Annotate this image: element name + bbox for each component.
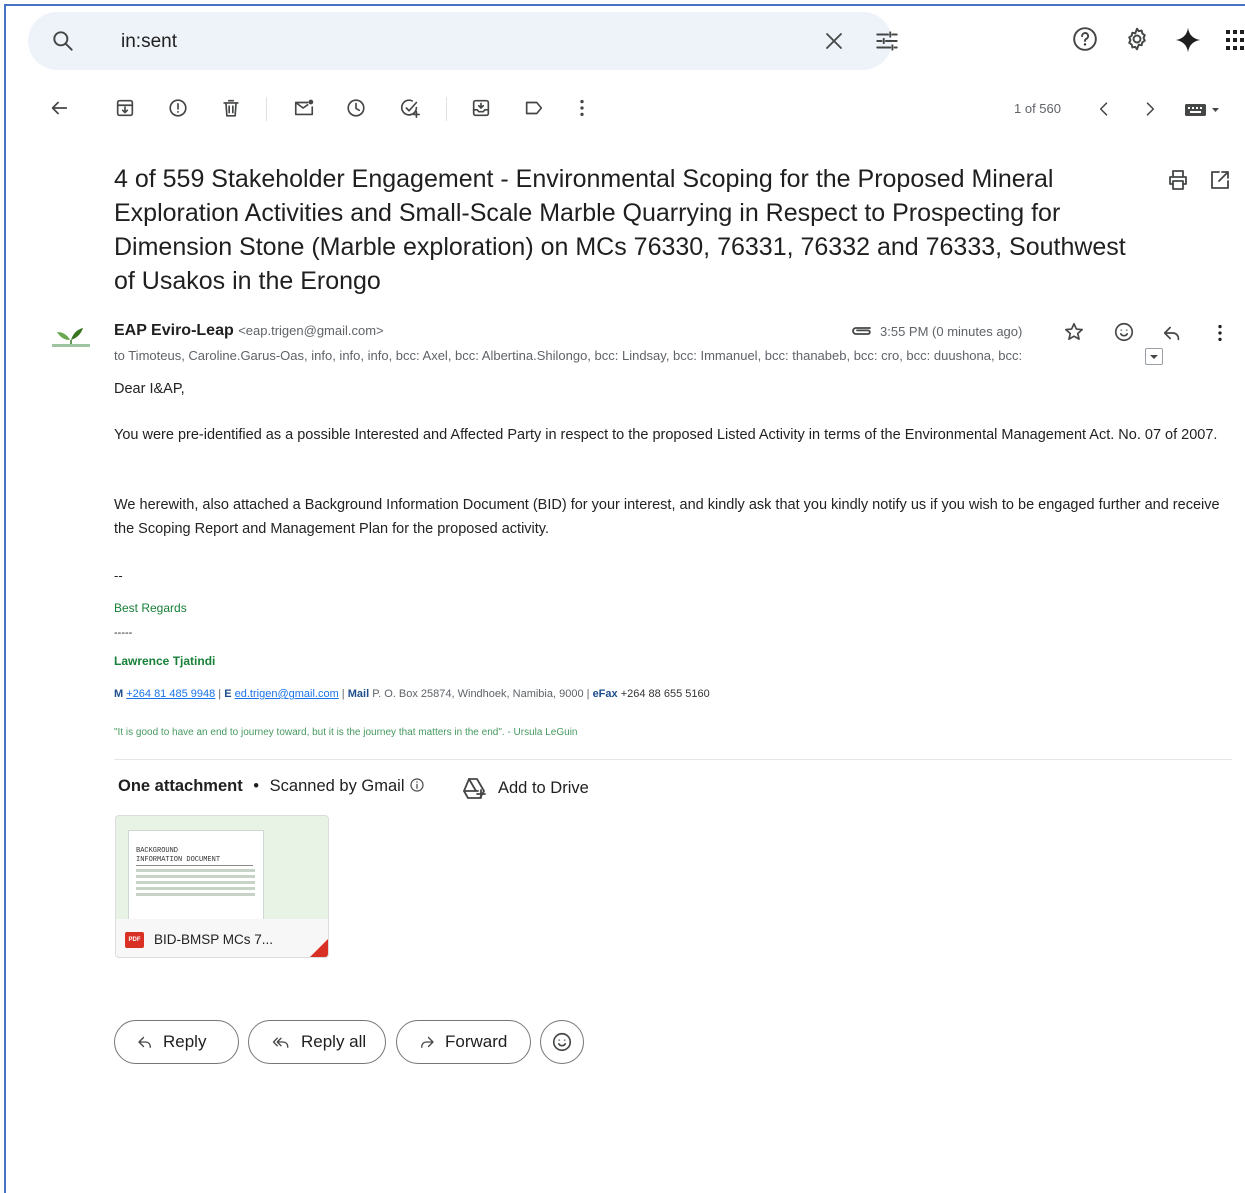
email-link[interactable]: ed.trigen@gmail.com bbox=[235, 688, 339, 700]
search-icon[interactable] bbox=[50, 28, 76, 54]
pdf-file-icon: PDF bbox=[125, 932, 144, 948]
toolbar-divider bbox=[446, 97, 447, 121]
mobile-link[interactable]: +264 81 485 9948 bbox=[126, 688, 215, 700]
forward-button[interactable]: Forward bbox=[396, 1020, 531, 1064]
add-reaction-emoji-icon[interactable] bbox=[1113, 321, 1135, 343]
forward-label: Forward bbox=[445, 1032, 508, 1051]
clear-search-icon[interactable] bbox=[822, 29, 846, 53]
attachment-footer: PDF BID-BMSP MCs 7... bbox=[116, 919, 328, 957]
mobile-label: M bbox=[114, 688, 124, 700]
attachment-filename: BID-BMSP MCs 7... bbox=[154, 932, 274, 947]
open-in-new-window-icon[interactable] bbox=[1208, 168, 1232, 192]
attachment-paperclip-icon bbox=[850, 324, 874, 338]
sender-avatar[interactable] bbox=[50, 322, 92, 352]
label-tag-icon[interactable] bbox=[523, 97, 545, 119]
pagination-count: 1 of 560 bbox=[1014, 101, 1061, 116]
previous-chevron-icon[interactable] bbox=[1094, 99, 1114, 119]
signature-quote: "It is good to have an end to journey to… bbox=[114, 727, 578, 738]
signature-name: Lawrence Tjatindi bbox=[114, 654, 216, 668]
print-icon[interactable] bbox=[1166, 168, 1190, 192]
signature-separator: -- bbox=[114, 568, 123, 583]
settings-gear-icon[interactable] bbox=[1124, 26, 1150, 52]
move-to-icon[interactable] bbox=[470, 97, 492, 119]
search-options-icon[interactable] bbox=[874, 28, 900, 54]
emoji-reaction-button[interactable] bbox=[540, 1020, 584, 1064]
gemini-sparkle-icon[interactable] bbox=[1174, 26, 1202, 54]
apps-grid-icon[interactable] bbox=[1226, 30, 1245, 50]
star-icon[interactable] bbox=[1063, 321, 1085, 343]
email-greeting: Dear I&AP, bbox=[114, 381, 185, 397]
mail-label: Mail bbox=[347, 688, 370, 700]
search-input[interactable]: in:sent bbox=[121, 31, 177, 53]
scanned-by-gmail: Scanned by Gmail bbox=[269, 777, 405, 795]
toolbar-divider bbox=[266, 97, 267, 121]
sender-name[interactable]: EAP Eviro-Leap bbox=[114, 322, 234, 339]
reply-button[interactable]: Reply bbox=[114, 1020, 239, 1064]
reply-arrow-icon[interactable] bbox=[1161, 322, 1183, 344]
archive-icon[interactable] bbox=[114, 97, 136, 119]
thumbnail-title-line-1: BACKGROUND bbox=[136, 847, 179, 855]
show-details-dropdown[interactable] bbox=[1145, 348, 1163, 365]
email-paragraph-1: You were pre-identified as a possible In… bbox=[114, 427, 1218, 443]
attachment-divider bbox=[114, 759, 1232, 760]
signature-contact-line: M +264 81 485 9948 | E ed.trigen@gmail.c… bbox=[114, 688, 710, 700]
snooze-clock-icon[interactable] bbox=[345, 97, 367, 119]
sender-line[interactable]: EAP Eviro-Leap <eap.trigen@gmail.com> bbox=[114, 322, 384, 340]
add-to-drive-button[interactable]: Add to Drive bbox=[461, 776, 589, 800]
add-to-drive-label: Add to Drive bbox=[498, 778, 589, 797]
more-options-icon[interactable] bbox=[572, 97, 592, 119]
message-more-options-icon[interactable] bbox=[1211, 322, 1229, 344]
reply-all-button[interactable]: Reply all bbox=[248, 1020, 386, 1064]
signature-rule: ----- bbox=[114, 627, 133, 639]
pdf-corner-fold bbox=[308, 937, 328, 957]
reply-all-label: Reply all bbox=[301, 1032, 367, 1051]
next-chevron-icon[interactable] bbox=[1140, 99, 1160, 119]
mail-address: P. O. Box 25874, Windhoek, Namibia, 9000 bbox=[372, 688, 584, 700]
attachment-thumbnail: BACKGROUND INFORMATION DOCUMENT bbox=[128, 830, 264, 920]
add-to-tasks-icon[interactable] bbox=[398, 97, 422, 119]
mark-unread-icon[interactable] bbox=[292, 97, 316, 119]
attachment-card[interactable]: BACKGROUND INFORMATION DOCUMENT PDF BID-… bbox=[115, 815, 329, 958]
email-subject: 4 of 559 Stakeholder Engagement - Enviro… bbox=[114, 165, 1126, 295]
sender-email: <eap.trigen@gmail.com> bbox=[238, 323, 384, 338]
email-timestamp: 3:55 PM (0 minutes ago) bbox=[880, 324, 1023, 339]
help-icon[interactable] bbox=[1072, 26, 1098, 52]
drive-add-icon bbox=[461, 776, 487, 800]
email-label: E bbox=[224, 688, 232, 700]
attachment-count: One attachment bbox=[118, 777, 243, 795]
signature-regards: Best Regards bbox=[114, 601, 187, 615]
delete-trash-icon[interactable] bbox=[220, 97, 242, 119]
fax-number: +264 88 655 5160 bbox=[620, 688, 710, 700]
back-arrow-icon[interactable] bbox=[48, 97, 70, 119]
input-tools-keyboard-icon[interactable] bbox=[1184, 101, 1224, 119]
fax-label: eFax bbox=[592, 688, 618, 700]
info-icon[interactable] bbox=[409, 777, 425, 793]
search-bar[interactable]: in:sent bbox=[28, 12, 898, 70]
reply-label: Reply bbox=[163, 1032, 207, 1051]
report-spam-icon[interactable] bbox=[167, 97, 189, 119]
recipients-list: to Timoteus, Caroline.Garus-Oas, info, i… bbox=[114, 348, 1023, 363]
attachment-header: One attachment • Scanned by Gmail bbox=[118, 777, 425, 796]
email-paragraph-2: We herewith, also attached a Background … bbox=[114, 497, 1220, 537]
thumbnail-title-line-2: INFORMATION DOCUMENT bbox=[136, 856, 253, 866]
separator-dot: • bbox=[253, 777, 260, 795]
